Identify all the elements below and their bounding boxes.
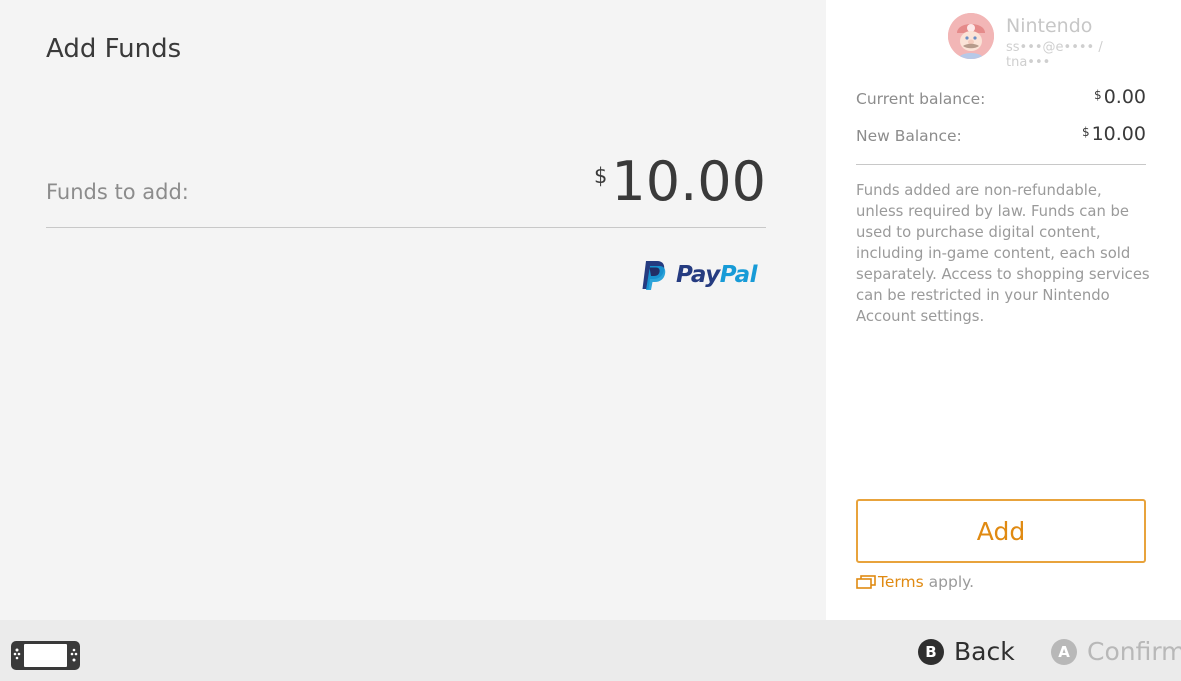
- new-balance-label: New Balance:: [856, 127, 962, 145]
- funds-currency-symbol: $: [594, 164, 608, 188]
- new-balance-row: New Balance: $10.00: [856, 123, 1146, 149]
- refund-notice: Funds added are non-refundable, unless r…: [856, 182, 1150, 325]
- a-button-icon: A: [1051, 638, 1077, 665]
- current-balance-value: $0.00: [1094, 86, 1146, 108]
- back-label: Back: [954, 637, 1015, 666]
- paypal-logo: PayPal: [640, 258, 766, 292]
- funds-amount-value: 10.00: [611, 150, 766, 213]
- confirm-label: Confirm: [1087, 637, 1181, 666]
- avatar: [948, 13, 994, 59]
- current-balance-row: Current balance: $0.00: [856, 86, 1146, 112]
- new-balance-value: $10.00: [1081, 123, 1146, 145]
- current-balance-label: Current balance:: [856, 90, 986, 108]
- terms-row: Terms apply.: [856, 573, 974, 591]
- mario-avatar-icon: [948, 13, 994, 59]
- confirm-hint[interactable]: A Confirm: [1051, 637, 1181, 666]
- console-icon: [11, 641, 80, 670]
- summary-panel: Nintendo ss•••@e•••• / tna••• Current ba…: [826, 0, 1181, 620]
- funds-to-add-row: Funds to add: $10.00: [46, 150, 766, 228]
- funds-amount: $10.00: [594, 150, 766, 214]
- b-button-icon: B: [918, 638, 944, 665]
- back-hint[interactable]: B Back: [918, 637, 1015, 666]
- footer-bar: B Back A Confirm: [0, 620, 1181, 681]
- terms-link[interactable]: Terms: [878, 573, 924, 591]
- account-name: Nintendo: [1006, 15, 1093, 37]
- add-button[interactable]: Add: [856, 499, 1146, 563]
- page-title: Add Funds: [46, 34, 182, 64]
- account-id: ss•••@e•••• / tna•••: [1006, 40, 1103, 70]
- account-info[interactable]: Nintendo ss•••@e•••• / tna•••: [948, 13, 1148, 70]
- divider: [856, 164, 1146, 165]
- main-panel: Add Funds Funds to add: $10.00 PayPal: [0, 0, 826, 620]
- terms-suffix: apply.: [928, 573, 975, 591]
- paypal-wordmark: PayPal: [676, 262, 758, 288]
- funds-label: Funds to add:: [46, 180, 189, 204]
- external-link-icon: [856, 575, 876, 589]
- paypal-icon: [642, 261, 666, 290]
